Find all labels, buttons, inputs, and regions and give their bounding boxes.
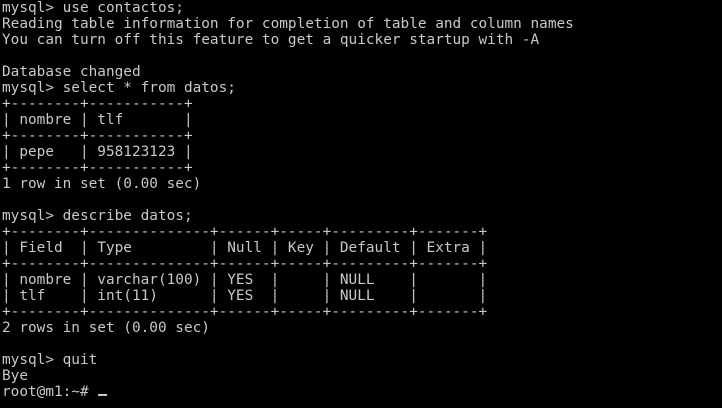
shell-prompt: root@m1:~#	[2, 384, 98, 400]
text-cursor	[98, 394, 108, 396]
table-header-row: | nombre | tlf |	[2, 112, 193, 128]
describe-border-separator: +--------+--------------+------+-----+--…	[2, 256, 488, 272]
table-row: | nombre | varchar(100) | YES | | NULL |…	[2, 272, 488, 288]
table-border-top: +--------+-----------+	[2, 96, 193, 112]
terminal-line-select-command: mysql> select * from datos;	[2, 80, 236, 96]
terminal-line-reading-info: Reading table information for completion…	[2, 16, 574, 32]
terminal-line-row-count: 1 row in set (0.00 sec)	[2, 176, 202, 192]
terminal-line-database-changed: Database changed	[2, 64, 141, 80]
terminal-line-bye: Bye	[2, 368, 28, 384]
table-row: | pepe | 958123123 |	[2, 144, 193, 160]
terminal-line-quit-command: mysql> quit	[2, 352, 98, 368]
describe-border-bottom: +--------+--------------+------+-----+--…	[2, 304, 488, 320]
terminal-line-rows-count: 2 rows in set (0.00 sec)	[2, 320, 210, 336]
describe-header-row: | Field | Type | Null | Key | Default | …	[2, 240, 488, 256]
table-border-separator: +--------+-----------+	[2, 128, 193, 144]
terminal-line-describe-command: mysql> describe datos;	[2, 208, 193, 224]
terminal-line-startup-hint: You can turn off this feature to get a q…	[2, 32, 540, 48]
table-border-bottom: +--------+-----------+	[2, 160, 193, 176]
shell-prompt-line[interactable]: root@m1:~#	[2, 384, 108, 400]
terminal-line-use-command: mysql> use contactos;	[2, 0, 184, 16]
terminal-window[interactable]: mysql> use contactos; Reading table info…	[0, 0, 722, 408]
describe-border-top: +--------+--------------+------+-----+--…	[2, 224, 488, 240]
table-row: | tlf | int(11) | YES | | NULL | |	[2, 288, 488, 304]
